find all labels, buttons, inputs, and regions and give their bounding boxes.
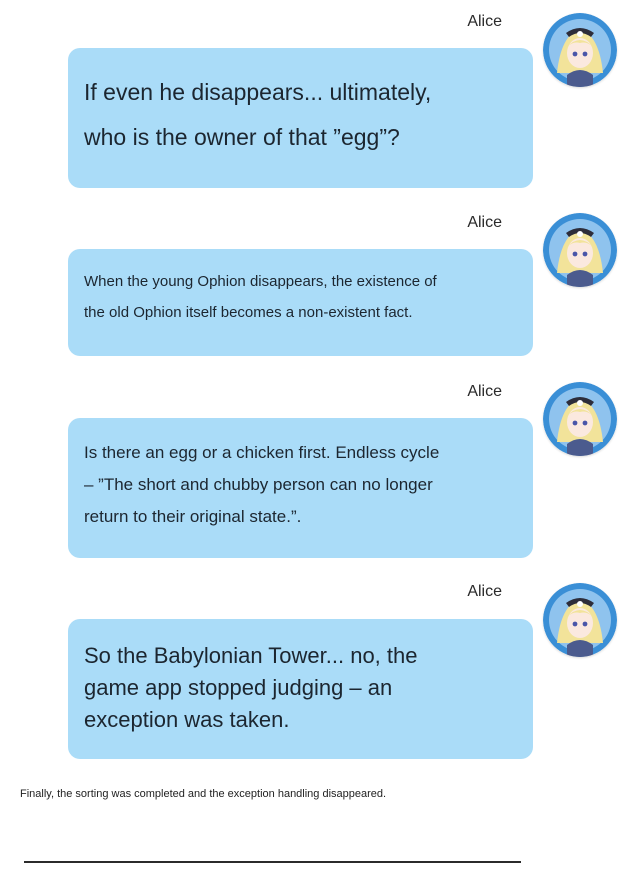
sender-name: Alice xyxy=(467,13,502,30)
avatar[interactable] xyxy=(543,13,617,87)
caption-text: Finally, the sorting was completed and t… xyxy=(20,788,387,800)
anime-girl-avatar-icon xyxy=(543,13,617,87)
avatar[interactable] xyxy=(543,583,617,657)
sender-name: Alice xyxy=(467,214,502,231)
message-bubble[interactable]: When the young Ophion disappears, the ex… xyxy=(68,249,533,356)
divider xyxy=(24,861,521,863)
sender-name: Alice xyxy=(467,583,502,600)
anime-girl-avatar-icon xyxy=(543,583,617,657)
avatar[interactable] xyxy=(543,382,617,456)
avatar[interactable] xyxy=(543,213,617,287)
message-text: Is there an egg or a chicken first. Endl… xyxy=(84,443,440,526)
message-bubble[interactable]: So the Babylonian Tower... no, the game … xyxy=(68,619,533,759)
sender-name: Alice xyxy=(467,383,502,400)
anime-girl-avatar-icon xyxy=(543,382,617,456)
message-bubble[interactable]: Is there an egg or a chicken first. Endl… xyxy=(68,418,533,558)
anime-girl-avatar-icon xyxy=(543,213,617,287)
message-bubble[interactable]: If even he disappears... ultimately, who… xyxy=(68,48,533,188)
message-text: So the Babylonian Tower... no, the game … xyxy=(84,643,418,732)
message-text: If even he disappears... ultimately, who… xyxy=(84,79,432,150)
message-text: When the young Ophion disappears, the ex… xyxy=(84,273,437,321)
